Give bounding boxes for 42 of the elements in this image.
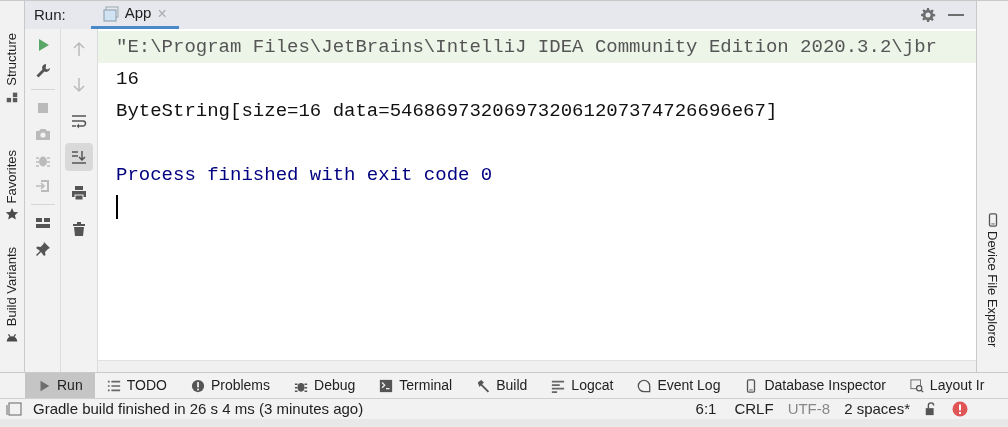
tool-window-tab[interactable]: Layout Ir bbox=[897, 373, 997, 398]
sidebar-tab-label[interactable]: Device File Explorer bbox=[982, 231, 1003, 348]
speech-bubble-icon bbox=[637, 378, 652, 393]
hammer-icon bbox=[476, 378, 491, 393]
minimize-icon[interactable] bbox=[948, 13, 964, 17]
console-line: Process finished with exit code 0 bbox=[116, 164, 493, 186]
error-icon[interactable] bbox=[952, 401, 968, 417]
tool-window-tab[interactable]: TODO bbox=[94, 373, 179, 398]
tool-window-tab[interactable]: Logcat bbox=[539, 373, 626, 398]
list-icon bbox=[106, 378, 121, 393]
horizontal-scrollbar[interactable] bbox=[98, 360, 976, 372]
tool-window-tab[interactable]: Build bbox=[464, 373, 540, 398]
sidebar-tab-label[interactable]: Favorites bbox=[2, 149, 22, 204]
terminal-icon bbox=[379, 378, 394, 393]
console-line: 16 bbox=[116, 68, 139, 90]
tool-window-tab[interactable]: Terminal bbox=[367, 373, 465, 398]
status-message: Gradle build finished in 26 s 4 ms (3 minutes ago) bbox=[33, 398, 364, 419]
inspect-icon bbox=[909, 378, 924, 393]
tool-window-tab[interactable]: Debug bbox=[282, 373, 368, 398]
sidebar-tab-label[interactable]: Structure bbox=[2, 33, 22, 86]
indent-setting[interactable]: 2 spaces* bbox=[844, 397, 910, 421]
panel-toggle-icon[interactable] bbox=[6, 401, 22, 417]
caret-position[interactable]: 6:1 bbox=[695, 397, 717, 421]
log-lines-icon bbox=[551, 378, 566, 393]
alert-icon bbox=[190, 378, 205, 393]
layout-icon[interactable] bbox=[34, 215, 51, 231]
run-panel-title: Run: bbox=[33, 4, 67, 25]
text-cursor bbox=[116, 195, 118, 219]
console-line: ByteString[size=16 data=546869732069732061207374726696e67] bbox=[116, 100, 778, 122]
tool-window-tab[interactable]: Problems bbox=[178, 373, 283, 398]
pin-icon[interactable] bbox=[34, 241, 51, 257]
toolbar-toggle-button[interactable] bbox=[65, 143, 93, 171]
line-separator[interactable]: CRLF bbox=[734, 397, 774, 421]
tool-window-tab[interactable]: Database Inspector bbox=[732, 373, 898, 398]
tool-window-tab[interactable]: Run bbox=[25, 373, 95, 398]
star-icon[interactable] bbox=[5, 207, 19, 222]
sidebar-tab-label[interactable]: Build Variants bbox=[2, 247, 22, 327]
settings-icon[interactable] bbox=[920, 7, 936, 23]
wrench-icon[interactable] bbox=[34, 63, 51, 79]
tab-label: App bbox=[124, 3, 152, 24]
window-icon bbox=[102, 5, 119, 22]
tool-window-tab[interactable]: Event Log bbox=[625, 373, 733, 398]
